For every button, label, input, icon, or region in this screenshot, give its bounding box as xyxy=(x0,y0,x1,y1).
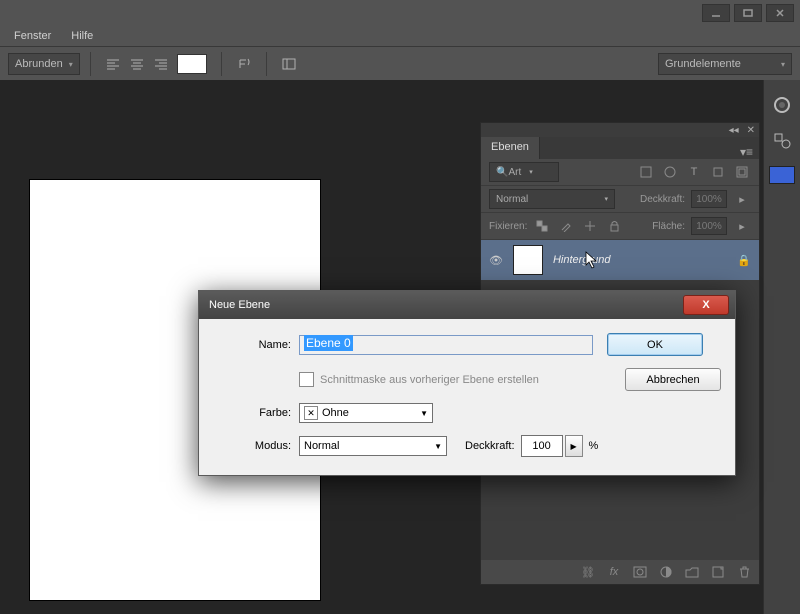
rounding-label: Abrunden xyxy=(15,58,63,70)
new-layer-dialog: Neue Ebene X Name: Ebene 0 OK Schnittmas… xyxy=(198,290,736,476)
color-wheel-icon[interactable] xyxy=(770,94,794,116)
lock-row: Fixieren: Fläche: 100% ▸ xyxy=(481,213,759,240)
opacity-value[interactable]: 100% xyxy=(691,190,727,208)
align-right-icon[interactable] xyxy=(150,53,172,75)
blend-mode-label: Normal xyxy=(496,194,528,205)
dialog-titlebar[interactable]: Neue Ebene X xyxy=(199,291,735,319)
panel-close-icon[interactable]: ✕ xyxy=(747,125,755,136)
fill-stepper[interactable]: ▸ xyxy=(734,218,750,234)
warp-text-icon[interactable] xyxy=(233,53,255,75)
color-label: Farbe: xyxy=(213,407,299,419)
tab-layers[interactable]: Ebenen xyxy=(481,137,540,159)
percent-label: % xyxy=(589,440,599,452)
layer-filter-row: 🔍 Art▾ T xyxy=(481,159,759,186)
opacity-stepper[interactable]: ▶ xyxy=(565,435,583,457)
filter-pixel-icon[interactable] xyxy=(638,164,654,180)
panel-collapse-row: ◂◂ ✕ xyxy=(481,123,759,137)
separator xyxy=(90,52,91,76)
new-layer-icon[interactable] xyxy=(709,566,727,578)
panel-toggle-icon[interactable] xyxy=(278,53,300,75)
fill-value[interactable]: 100% xyxy=(691,217,727,235)
workspace-label: Grundelemente xyxy=(665,58,741,70)
opacity-input[interactable]: 100 xyxy=(521,435,563,457)
link-layers-icon[interactable]: ⛓ xyxy=(579,566,597,579)
separator xyxy=(221,52,222,76)
mode-value: Normal xyxy=(304,440,339,452)
right-dock xyxy=(763,80,800,614)
layer-lock-icon[interactable]: 🔒 xyxy=(737,254,751,267)
foreground-color-swatch[interactable] xyxy=(769,166,795,184)
name-value: Ebene 0 xyxy=(304,335,353,351)
filter-smart-icon[interactable] xyxy=(734,164,750,180)
opacity-stepper[interactable]: ▸ xyxy=(734,191,750,207)
clipmask-checkbox xyxy=(299,372,314,387)
color-swatch[interactable] xyxy=(177,54,207,74)
workspace-select[interactable]: Grundelemente▾ xyxy=(658,53,792,75)
dialog-close-button[interactable]: X xyxy=(683,295,729,315)
fx-icon[interactable]: fx xyxy=(605,566,623,578)
layers-footer: ⛓ fx xyxy=(481,560,759,584)
lock-position-icon[interactable] xyxy=(582,218,598,234)
separator xyxy=(266,52,267,76)
minimize-button[interactable] xyxy=(702,4,730,22)
menu-bar: Fenster Hilfe xyxy=(0,26,800,47)
blend-row: Normal▾ Deckkraft: 100% ▸ xyxy=(481,186,759,213)
blend-mode-select[interactable]: Normal▾ xyxy=(489,189,615,209)
dialog-opacity-label: Deckkraft: xyxy=(465,440,515,452)
group-icon[interactable] xyxy=(683,567,701,578)
filter-adjust-icon[interactable] xyxy=(662,164,678,180)
lock-transparency-icon[interactable] xyxy=(534,218,550,234)
filter-kind-label: Art xyxy=(508,167,521,178)
collapse-icon[interactable]: ◂◂ xyxy=(729,125,739,136)
rounding-select[interactable]: Abrunden▾ xyxy=(8,53,80,75)
layer-thumbnail[interactable] xyxy=(513,245,543,275)
panel-menu-icon[interactable]: ▾≡ xyxy=(734,145,759,159)
visibility-eye-icon[interactable]: 👁 xyxy=(489,254,503,267)
none-swatch-icon: ✕ xyxy=(304,406,318,420)
align-left-icon[interactable] xyxy=(102,53,124,75)
shapes-icon[interactable] xyxy=(770,130,794,152)
ok-button[interactable]: OK xyxy=(607,333,703,356)
name-label: Name: xyxy=(213,339,299,351)
lock-label: Fixieren: xyxy=(489,221,527,232)
menu-hilfe[interactable]: Hilfe xyxy=(61,30,103,42)
maximize-button[interactable] xyxy=(734,4,762,22)
trash-icon[interactable] xyxy=(735,566,753,578)
options-bar: Abrunden▾ Grundelemente▾ xyxy=(0,47,800,82)
cancel-button[interactable]: Abbrechen xyxy=(625,368,721,391)
close-button[interactable] xyxy=(766,4,794,22)
layer-row-background[interactable]: 👁 Hintergrund 🔒 xyxy=(481,240,759,280)
mask-icon[interactable] xyxy=(631,566,649,578)
layer-name[interactable]: Hintergrund xyxy=(553,254,610,266)
window-titlebar xyxy=(0,0,800,26)
color-value: Ohne xyxy=(322,407,349,419)
mode-select[interactable]: Normal ▼ xyxy=(299,436,447,456)
filter-shape-icon[interactable] xyxy=(710,164,726,180)
adjustment-icon[interactable] xyxy=(657,566,675,578)
panel-tabs: Ebenen ▾≡ xyxy=(481,137,759,159)
color-select[interactable]: ✕ Ohne ▼ xyxy=(299,403,433,423)
opacity-label: Deckkraft: xyxy=(640,194,685,205)
lock-all-icon[interactable] xyxy=(606,218,622,234)
menu-fenster[interactable]: Fenster xyxy=(4,30,61,42)
dialog-title: Neue Ebene xyxy=(205,299,270,311)
name-input[interactable]: Ebene 0 xyxy=(299,335,593,355)
filter-kind-select[interactable]: 🔍 Art▾ xyxy=(489,162,559,182)
clipmask-label: Schnittmaske aus vorheriger Ebene erstel… xyxy=(320,374,539,386)
filter-type-icon[interactable]: T xyxy=(686,164,702,180)
mode-label: Modus: xyxy=(213,440,299,452)
align-center-icon[interactable] xyxy=(126,53,148,75)
lock-paint-icon[interactable] xyxy=(558,218,574,234)
fill-label: Fläche: xyxy=(652,221,685,232)
